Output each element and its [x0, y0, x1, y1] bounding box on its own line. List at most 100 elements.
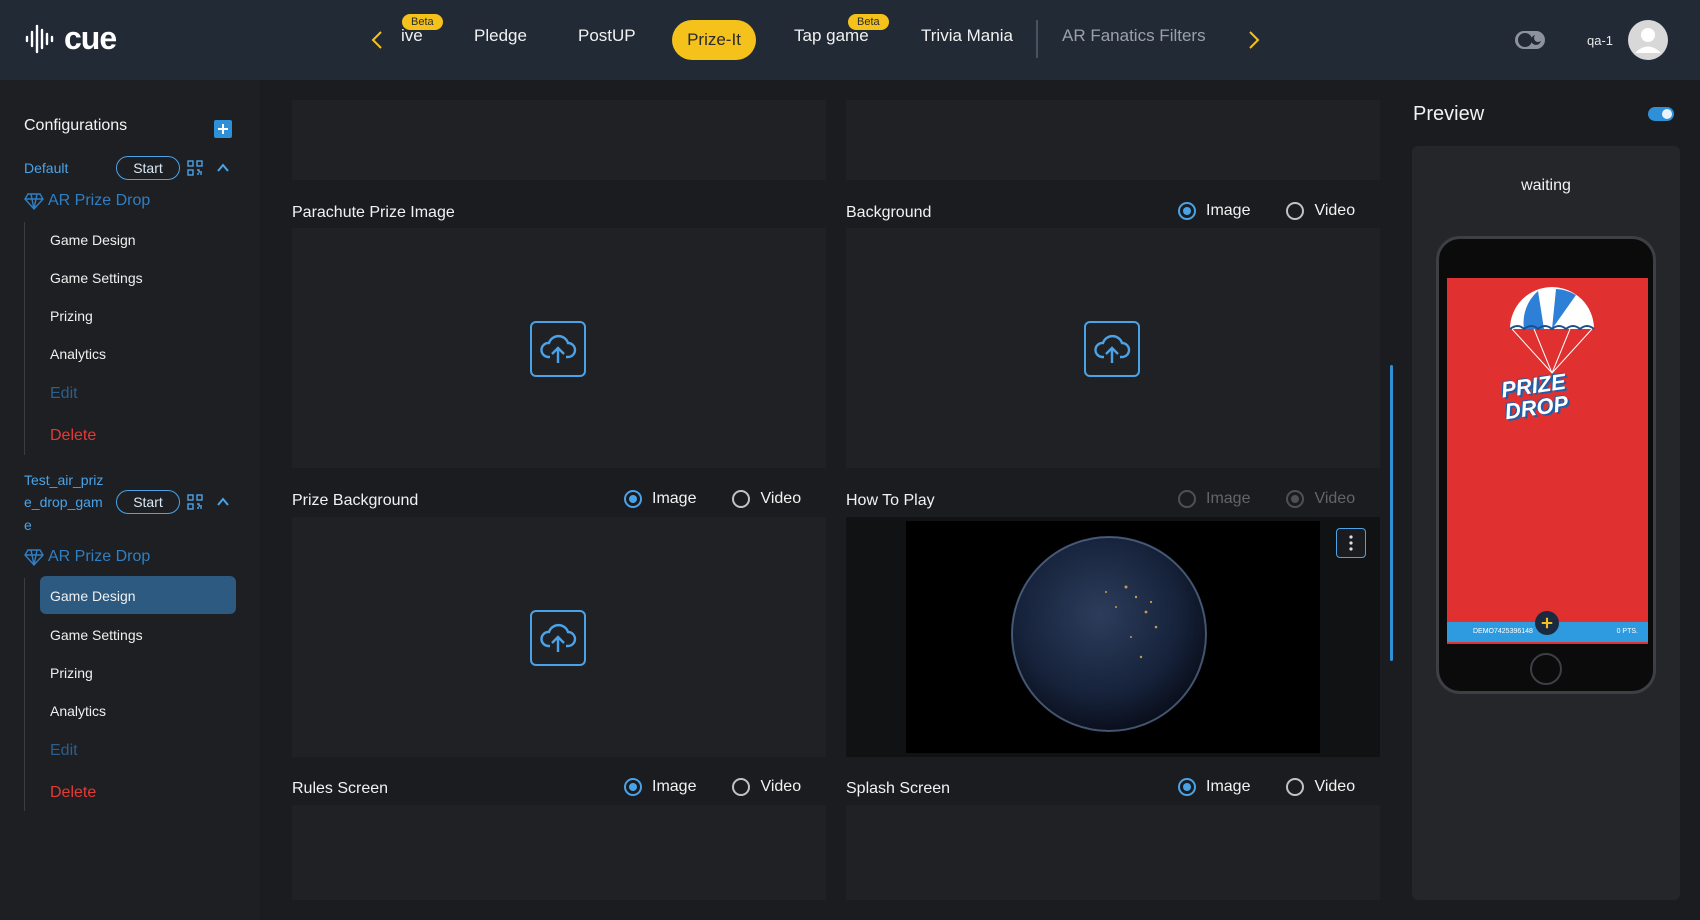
qr-code-icon[interactable] — [187, 160, 203, 176]
menu-game-design-active[interactable]: Game Design — [50, 588, 136, 604]
radio-label: Video — [760, 490, 802, 507]
upload-button[interactable] — [530, 321, 586, 377]
radio-dot[interactable] — [624, 778, 642, 796]
plus-icon — [218, 124, 228, 134]
kebab-menu-icon — [1349, 535, 1353, 551]
radio-label: Image — [1206, 490, 1251, 507]
earth-video-thumbnail — [906, 521, 1320, 753]
theme-toggle-icon[interactable] — [1514, 29, 1546, 51]
menu-game-settings[interactable]: Game Settings — [50, 627, 143, 643]
field-label-splash-screen: Splash Screen — [846, 780, 951, 797]
radio-dot[interactable] — [1178, 202, 1196, 220]
qr-code-icon[interactable] — [187, 494, 203, 510]
background-media-type[interactable]: Image Video — [1178, 202, 1377, 220]
scrollbar[interactable] — [1390, 365, 1393, 661]
plus-icon — [1541, 617, 1553, 629]
radio-dot[interactable] — [732, 490, 751, 508]
menu-edit[interactable]: Edit — [50, 742, 78, 760]
audio-wave-icon — [25, 24, 54, 53]
more-options-button[interactable] — [1336, 528, 1366, 558]
username[interactable]: qa-1 — [1587, 33, 1613, 48]
nav-divider — [1036, 20, 1038, 58]
nav-item-tap-game[interactable]: Tap game — [794, 26, 869, 46]
field-label-rules-screen: Rules Screen — [292, 780, 389, 797]
game-ar-prize-drop[interactable]: AR Prize Drop — [24, 547, 150, 567]
radio-video[interactable]: Video — [732, 778, 801, 796]
radio-dot[interactable] — [1178, 778, 1196, 796]
radio-video[interactable]: Video — [1286, 778, 1355, 796]
upload-panel-partial[interactable] — [846, 100, 1380, 180]
menu-delete[interactable]: Delete — [50, 784, 96, 802]
preview-status: waiting — [1521, 177, 1571, 194]
field-label-background: Background — [846, 204, 932, 221]
upload-button[interactable] — [1084, 321, 1140, 377]
splash-screen-upload-area[interactable] — [846, 805, 1380, 900]
cue-logo[interactable]: cue — [24, 20, 117, 57]
top-navigation-bar: cue Beta ive Pledge PostUP Prize-It Beta… — [0, 0, 1700, 80]
splash-screen-media-type[interactable]: Image Video — [1178, 778, 1377, 796]
nav-item-ar-fanatics-filters[interactable]: AR Fanatics Filters — [1062, 26, 1206, 46]
menu-game-design[interactable]: Game Design — [50, 232, 136, 248]
start-button[interactable]: Start — [116, 490, 180, 514]
radio-label: Video — [1314, 202, 1356, 219]
chevron-up-icon[interactable] — [216, 495, 230, 509]
field-label-how-to-play: How To Play — [846, 492, 935, 509]
radio-dot — [1286, 490, 1305, 508]
upload-button[interactable] — [530, 610, 586, 666]
nav-item-trivia-mania[interactable]: Trivia Mania — [921, 26, 1013, 46]
chevron-left-icon[interactable] — [366, 28, 390, 52]
radio-label: Image — [1206, 202, 1251, 219]
diamond-icon — [24, 193, 44, 211]
how-to-play-video-preview[interactable] — [846, 517, 1380, 757]
user-icon — [1635, 28, 1661, 53]
game-ar-prize-drop[interactable]: AR Prize Drop — [24, 191, 150, 211]
radio-dot[interactable] — [732, 778, 751, 796]
rules-screen-media-type[interactable]: Image Video — [624, 778, 823, 796]
cloud-upload-icon — [540, 623, 577, 652]
nav-item-pledge[interactable]: Pledge — [474, 26, 527, 46]
radio-dot — [1178, 490, 1196, 508]
chevron-right-icon[interactable] — [1241, 28, 1265, 52]
radio-image[interactable]: Image — [1178, 202, 1250, 220]
menu-analytics[interactable]: Analytics — [50, 703, 106, 719]
menu-prizing[interactable]: Prizing — [50, 665, 93, 681]
nav-item-live[interactable]: ive — [401, 26, 423, 46]
menu-prizing[interactable]: Prizing — [50, 308, 93, 324]
radio-dot[interactable] — [1286, 202, 1305, 220]
radio-video[interactable]: Video — [732, 490, 801, 508]
radio-image[interactable]: Image — [1178, 778, 1250, 796]
config-name-line-2[interactable]: e_drop_gam — [24, 491, 103, 513]
radio-video: Video — [1286, 490, 1355, 508]
menu-game-settings[interactable]: Game Settings — [50, 270, 143, 286]
chevron-up-icon[interactable] — [216, 161, 230, 175]
cloud-upload-icon — [540, 334, 577, 363]
upload-panel-partial[interactable] — [292, 100, 826, 180]
phone-bar-points: 0 PTS. — [1616, 628, 1638, 635]
game-label: AR Prize Drop — [48, 192, 151, 209]
radio-dot[interactable] — [1286, 778, 1305, 796]
parachute-icon — [1509, 287, 1595, 374]
radio-image[interactable]: Image — [624, 490, 696, 508]
config-name-line-3[interactable]: e — [24, 514, 32, 536]
nav-item-prize-it[interactable]: Prize-It — [672, 20, 756, 60]
menu-edit[interactable]: Edit — [50, 385, 78, 403]
radio-image: Image — [1178, 490, 1250, 508]
add-configuration-button[interactable] — [214, 120, 232, 138]
start-button[interactable]: Start — [116, 156, 180, 180]
preview-toggle[interactable] — [1648, 107, 1674, 121]
nav-item-postup[interactable]: PostUP — [578, 26, 636, 46]
radio-dot[interactable] — [624, 490, 642, 508]
config-name-line-1[interactable]: Test_air_priz — [24, 469, 103, 491]
prize-background-media-type[interactable]: Image Video — [624, 490, 823, 508]
menu-delete[interactable]: Delete — [50, 427, 96, 445]
how-to-play-media-type: Image Video — [1178, 490, 1377, 508]
phone-bar-user: DEMO7425396148 — [1473, 628, 1533, 635]
menu-analytics[interactable]: Analytics — [50, 346, 106, 362]
user-avatar[interactable] — [1628, 20, 1668, 60]
diamond-icon — [24, 549, 44, 567]
config-name-default[interactable]: Default — [24, 157, 68, 179]
radio-video[interactable]: Video — [1286, 202, 1355, 220]
rules-screen-upload-area[interactable] — [292, 805, 826, 900]
radio-label: Video — [760, 778, 802, 795]
radio-image[interactable]: Image — [624, 778, 696, 796]
